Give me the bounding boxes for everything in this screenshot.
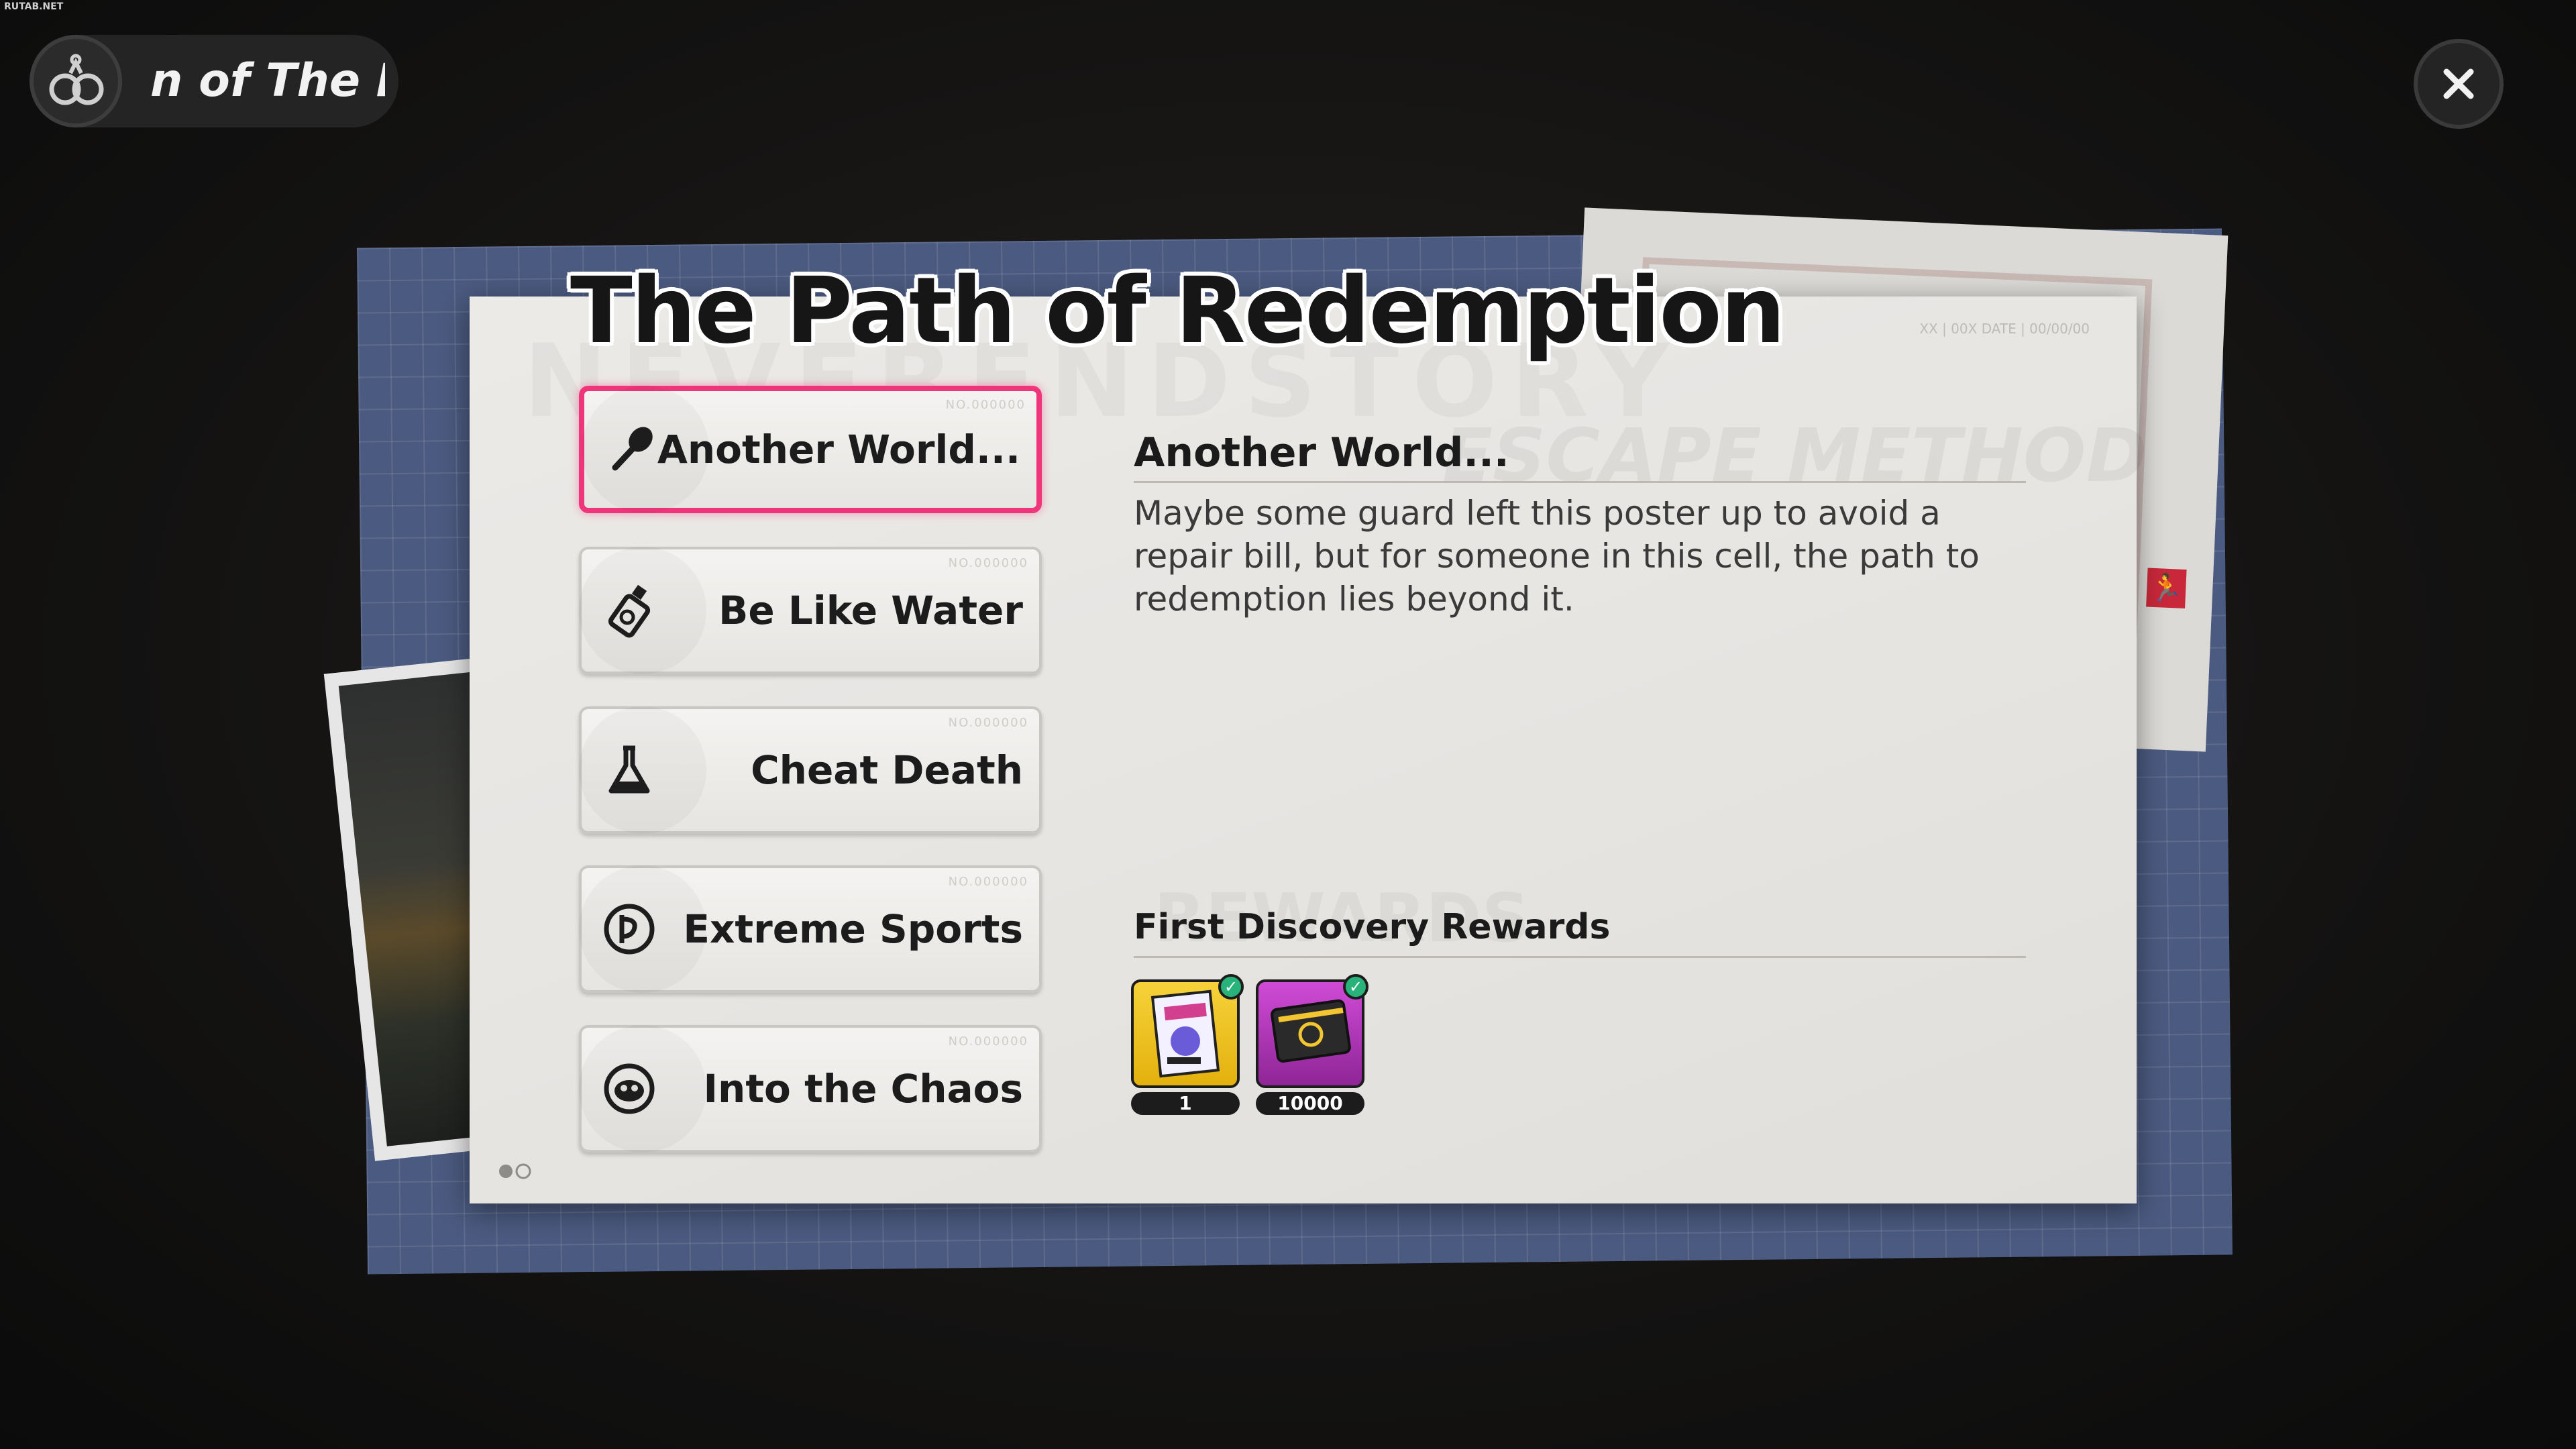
doc-number: XX | 00X DATE | 00/00/00 — [1919, 321, 2090, 337]
option-number: NO.000000 — [945, 398, 1026, 412]
event-title-ticker: n of The P — [150, 54, 385, 107]
close-icon — [2443, 68, 2474, 99]
shampoo-bottle-icon — [592, 574, 666, 647]
option-into-the-chaos[interactable]: NO.000000 Into the Chaos — [579, 1025, 1042, 1152]
option-label: Into the Chaos — [703, 1066, 1023, 1112]
reward-dennies[interactable]: ✓ 10000 — [1256, 974, 1368, 1115]
handcuffs-icon — [30, 35, 122, 127]
monkey-face-icon — [592, 1052, 666, 1126]
sports-emblem-icon — [592, 892, 666, 966]
watermark: RUTAB.NET — [4, 1, 64, 12]
claimed-check-icon: ✓ — [1218, 974, 1244, 1000]
claimed-check-icon: ✓ — [1343, 974, 1368, 1000]
rewards-title: First Discovery Rewards — [1134, 907, 1611, 947]
detail-title: Another World... — [1134, 429, 1509, 476]
flask-icon — [592, 733, 666, 807]
option-another-world[interactable]: NO.000000 Another World... — [579, 386, 1042, 513]
option-number: NO.000000 — [948, 716, 1028, 730]
page-title: The Path of Redemption — [570, 258, 1786, 364]
option-be-like-water[interactable]: NO.000000 Be Like Water — [579, 547, 1042, 674]
option-cheat-death[interactable]: NO.000000 Cheat Death — [579, 706, 1042, 834]
exit-sign-icon: 🏃 — [2146, 568, 2187, 609]
option-number: NO.000000 — [948, 556, 1028, 570]
detail-description: Maybe some guard left this poster up to … — [1134, 494, 1980, 619]
option-number: NO.000000 — [948, 875, 1028, 889]
detail-divider — [1134, 481, 2026, 483]
option-label: Be Like Water — [718, 588, 1023, 633]
rewards-divider — [1134, 956, 2026, 958]
option-number: NO.000000 — [948, 1034, 1028, 1049]
option-label: Extreme Sports — [683, 906, 1023, 952]
option-label: Cheat Death — [751, 747, 1023, 793]
card-footer-left — [496, 1162, 537, 1181]
reward-poster[interactable]: ✓ 1 — [1131, 974, 1244, 1115]
reward-quantity: 10000 — [1256, 1092, 1364, 1115]
dennies-card-item-icon — [1271, 999, 1351, 1063]
poster-item-icon — [1150, 989, 1220, 1078]
close-button[interactable] — [2414, 39, 2504, 129]
event-title-pill[interactable]: n of The P — [30, 35, 398, 127]
option-extreme-sports[interactable]: NO.000000 Extreme Sports — [579, 865, 1042, 993]
detail-background-word: ESCAPE METHOD — [1442, 413, 2147, 498]
option-label: Another World... — [657, 427, 1020, 472]
reward-quantity: 1 — [1131, 1092, 1240, 1115]
footer-circles-icon — [499, 1163, 531, 1179]
